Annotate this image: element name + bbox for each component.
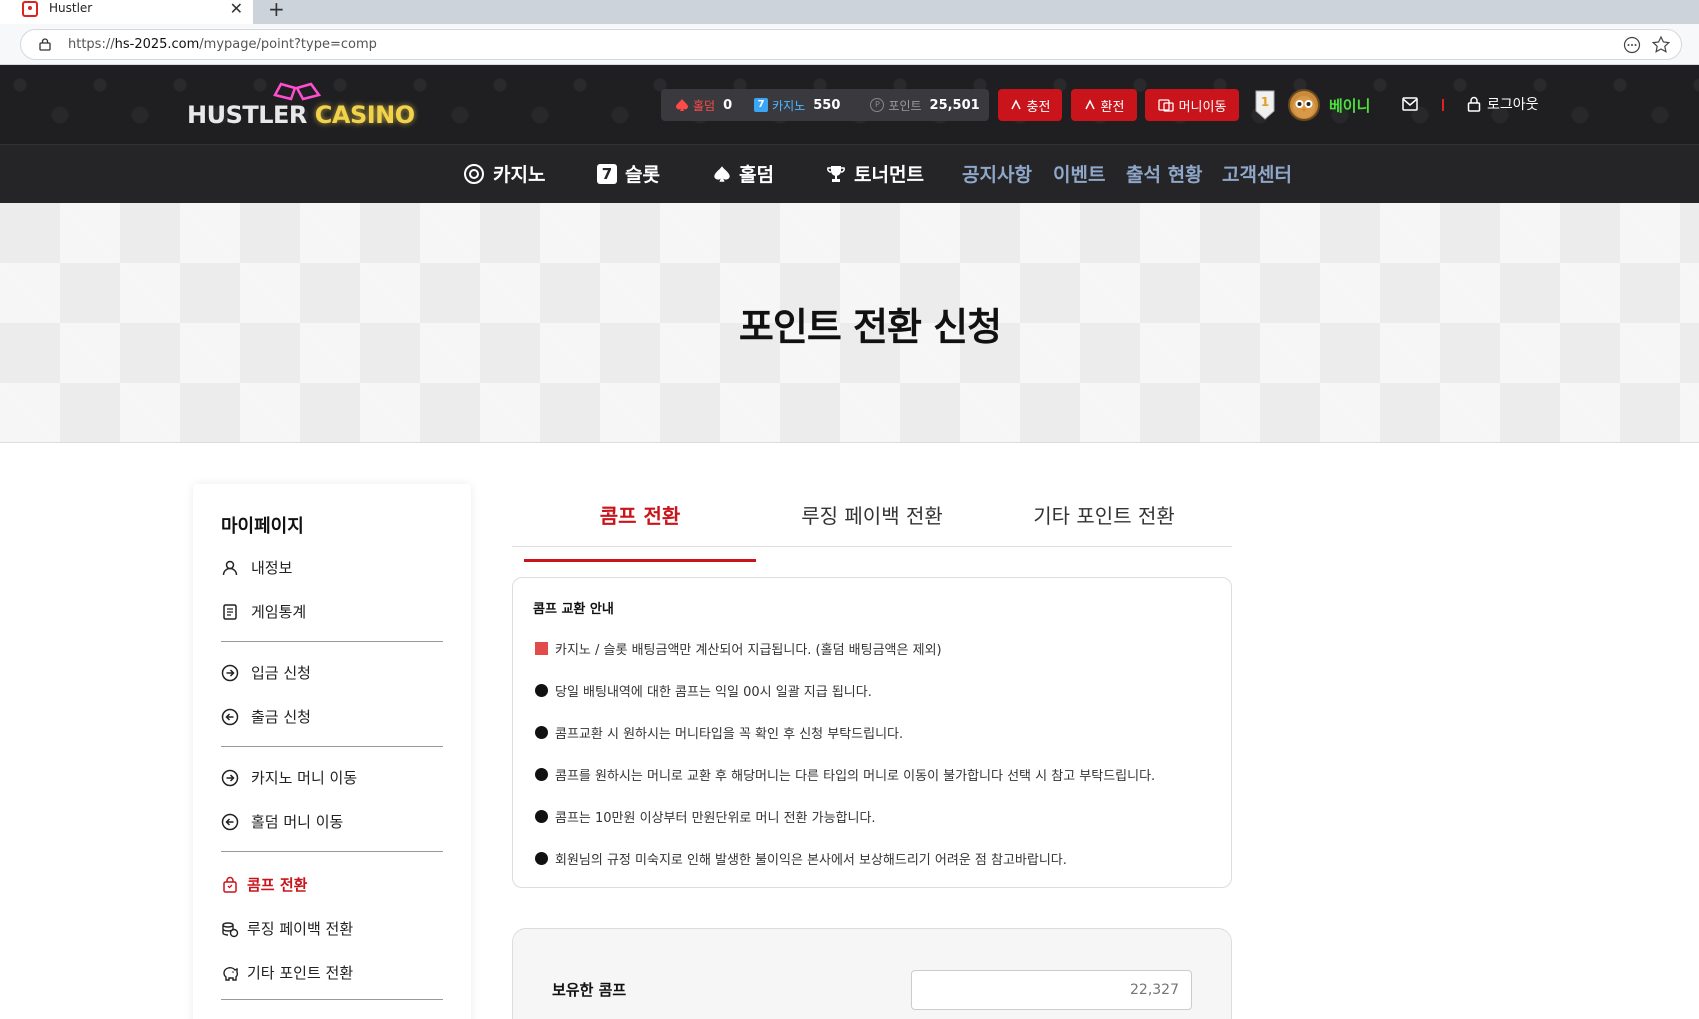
sidebar-item-holdem-money[interactable]: 홀덤 머니 이동 xyxy=(221,811,343,832)
chip-icon xyxy=(464,163,484,184)
hero-banner: 포인트 전환 신청 xyxy=(0,203,1699,443)
sidebar-divider xyxy=(221,746,443,747)
gift-bag-icon xyxy=(223,876,237,893)
svg-text:1: 1 xyxy=(1261,95,1269,109)
wallet-casino[interactable]: 7 카지노 550 xyxy=(754,97,840,114)
sidebar-item-other[interactable]: 기타 포인트 전환 xyxy=(221,962,353,983)
avatar[interactable] xyxy=(1288,89,1320,121)
sidebar-item-losing[interactable]: 루징 페이백 전환 xyxy=(221,918,353,939)
nav-notice[interactable]: 공지사항 xyxy=(962,160,1032,187)
trophy-icon xyxy=(827,165,845,182)
arrow-left-circle-icon xyxy=(221,708,239,725)
point-tabs: 콤프 전환 루징 페이백 전환 기타 포인트 전환 xyxy=(512,484,1232,562)
seven-icon: 7 xyxy=(754,98,769,112)
info-line: 콤프를 원하시는 머니로 교환 후 해당머니는 다른 타입의 머니로 이동이 불… xyxy=(535,765,1155,784)
logo-text: HUSTLER CASINO xyxy=(187,101,415,129)
wallet-holdem[interactable]: 홀덤 0 xyxy=(675,97,732,114)
logout-button[interactable]: 로그아웃 xyxy=(1467,94,1539,114)
info-line: 콤프교환 시 원하시는 머니타입을 꼭 확인 후 신청 부탁드립니다. xyxy=(535,723,903,742)
browser-tab-title: Hustler xyxy=(49,1,93,15)
money-move-button[interactable]: 머니이동 xyxy=(1145,89,1239,121)
sidebar-item-deposit[interactable]: 입금 신청 xyxy=(221,662,311,683)
more-options-icon[interactable] xyxy=(1623,36,1641,54)
spade-icon xyxy=(676,99,688,111)
exchange-button[interactable]: 환전 xyxy=(1071,89,1137,121)
arrow-right-circle-icon xyxy=(221,664,239,681)
page-title: 포인트 전환 신청 xyxy=(738,305,1002,349)
tab-other[interactable]: 기타 포인트 전환 xyxy=(988,500,1220,529)
tab-losing[interactable]: 루징 페이백 전환 xyxy=(756,500,988,529)
seven-icon: 7 xyxy=(597,163,617,184)
nav-attendance[interactable]: 출석 현황 xyxy=(1126,160,1203,187)
wallet-point[interactable]: P 포인트 25,501 xyxy=(870,97,980,114)
nav-support[interactable]: 고객센터 xyxy=(1222,160,1292,187)
bullet-icon xyxy=(535,768,548,781)
bullet-icon xyxy=(535,684,548,697)
tab-comp[interactable]: 콤프 전환 xyxy=(524,500,756,562)
bookmark-star-icon[interactable] xyxy=(1651,35,1671,55)
lock-icon xyxy=(39,38,51,51)
sidebar-divider xyxy=(221,641,443,642)
comp-balance-box: 보유한 콤프 xyxy=(512,928,1232,1019)
arrow-left-circle-icon xyxy=(221,813,239,830)
close-tab-icon[interactable]: ✕ xyxy=(230,0,243,18)
wallet-balances: 홀덤 0 7 카지노 550 P 포인트 25,501 xyxy=(661,89,989,121)
nav-casino[interactable]: 카지노 xyxy=(463,160,545,187)
document-icon xyxy=(223,603,237,620)
url-text: https://hs-2025.com/mypage/point?type=co… xyxy=(68,37,377,52)
browser-tab[interactable]: Hustler ✕ xyxy=(0,0,253,24)
nav-slot[interactable]: 7 슬롯 xyxy=(597,160,660,187)
sidebar-item-stats[interactable]: 게임통계 xyxy=(221,601,306,622)
bullet-icon xyxy=(535,810,548,823)
user-icon xyxy=(222,560,238,575)
bullet-icon xyxy=(535,726,548,739)
header-separator xyxy=(1442,99,1444,111)
username[interactable]: 베이니 xyxy=(1329,95,1370,116)
lock-icon xyxy=(1467,96,1481,112)
bullet-icon xyxy=(535,852,548,865)
comp-info-box: 콤프 교환 안내 카지노 / 슬롯 배팅금액만 계산되어 지급됩니다. (홀덤 … xyxy=(512,577,1232,888)
site-logo[interactable]: HUSTLER CASINO xyxy=(187,81,415,133)
mail-icon[interactable] xyxy=(1402,97,1418,111)
money-stack-icon xyxy=(1157,99,1174,112)
sidebar-item-comp[interactable]: 콤프 전환 xyxy=(221,874,307,895)
exchange-icon xyxy=(1084,99,1095,110)
sidebar-title: 마이페이지 xyxy=(221,516,304,537)
site-favicon-icon xyxy=(22,1,38,17)
info-line: 당일 배팅내역에 대한 콤프는 익일 00시 일괄 지급 됩니다. xyxy=(535,681,872,700)
charge-icon xyxy=(1010,99,1021,110)
arrow-right-circle-icon xyxy=(221,769,239,786)
info-line: 카지노 / 슬롯 배팅금액만 계산되어 지급됩니다. (홀덤 배팅금액은 제외) xyxy=(535,639,942,658)
comp-balance-label: 보유한 콤프 xyxy=(552,981,627,999)
point-coin-icon: P xyxy=(870,98,885,112)
info-title: 콤프 교환 안내 xyxy=(533,602,614,617)
owl-avatar-icon xyxy=(1293,96,1315,118)
mypage-sidebar: 마이페이지 내정보 게임통계 입금 신청 출금 신청 카지노 머니 이동 홀덤 … xyxy=(193,484,471,1019)
nav-holdem[interactable]: 홀덤 xyxy=(713,160,774,187)
browser-address-bar: https://hs-2025.com/mypage/point?type=co… xyxy=(0,24,1699,65)
sidebar-item-profile[interactable]: 내정보 xyxy=(221,557,292,578)
nav-event[interactable]: 이벤트 xyxy=(1053,160,1105,187)
spade-icon xyxy=(714,165,730,182)
level-badge-icon: 1 xyxy=(1255,90,1275,120)
nav-tournament[interactable]: 토너먼트 xyxy=(826,160,924,187)
coins-icon xyxy=(222,921,239,937)
sidebar-item-withdraw[interactable]: 출금 신청 xyxy=(221,706,311,727)
cards-logo-icon xyxy=(273,82,322,101)
new-tab-icon[interactable]: + xyxy=(268,0,285,21)
info-line: 회원님의 규정 미숙지로 인해 발생한 불이익은 본사에서 보상해드리기 어려운… xyxy=(535,849,1067,868)
red-square-icon xyxy=(535,642,548,655)
url-field[interactable]: https://hs-2025.com/mypage/point?type=co… xyxy=(20,29,1682,60)
sidebar-divider xyxy=(221,999,443,1000)
browser-tabbar: Hustler ✕ + xyxy=(0,0,1699,24)
info-line: 콤프는 10만원 이상부터 만원단위로 머니 전환 가능합니다. xyxy=(535,807,876,826)
main-nav: 카지노 7 슬롯 홀덤 토너먼트 공지사항 이벤트 출석 현황 고객센터 xyxy=(0,145,1699,203)
piggy-bank-icon xyxy=(223,966,238,981)
sidebar-item-casino-money[interactable]: 카지노 머니 이동 xyxy=(221,767,357,788)
sidebar-divider xyxy=(221,851,443,852)
charge-button[interactable]: 충전 xyxy=(998,89,1062,121)
comp-balance-field[interactable] xyxy=(911,970,1192,1010)
